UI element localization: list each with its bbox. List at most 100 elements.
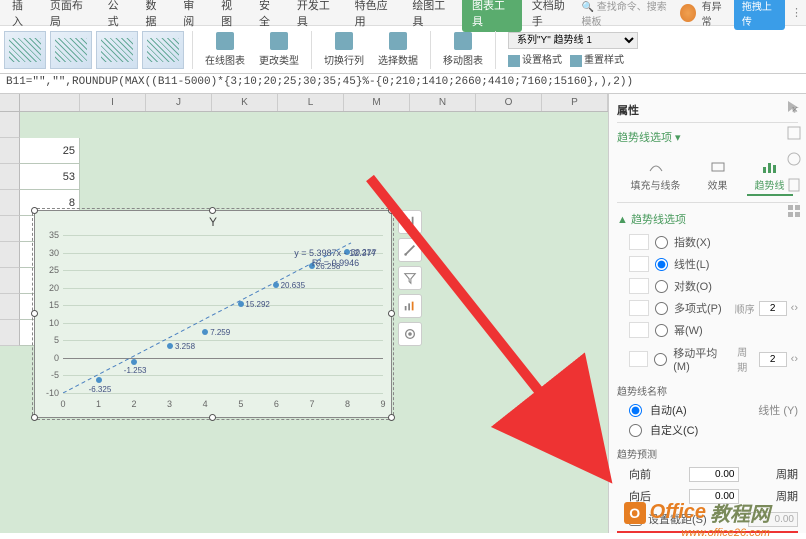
movingavg-period-spinner[interactable] — [759, 352, 787, 367]
resize-handle[interactable] — [31, 414, 38, 421]
trendline-name-label: 趋势线名称 — [617, 377, 798, 400]
reset-style-button[interactable]: 重置样式 — [570, 51, 624, 66]
tab-effect[interactable]: 效果 — [700, 157, 736, 196]
col-o[interactable]: O — [476, 94, 542, 111]
move-chart-icon — [454, 32, 472, 50]
linear-radio[interactable] — [655, 258, 668, 271]
resize-handle[interactable] — [209, 414, 216, 421]
watermark-url: www.office26.com — [681, 527, 770, 539]
menu-texthelper[interactable]: 文档助手 — [524, 0, 580, 33]
set-format-button[interactable]: 设置格式 — [508, 51, 562, 66]
exponential-radio[interactable] — [655, 236, 668, 249]
menu-data[interactable]: 数据 — [137, 0, 173, 33]
section-trend-options: ▲ 趋势线选项 — [617, 203, 798, 231]
col-h[interactable] — [20, 94, 80, 111]
menu-special[interactable]: 特色应用 — [347, 0, 403, 33]
menu-drawing[interactable]: 绘图工具 — [404, 0, 460, 33]
name-custom-radio[interactable] — [629, 424, 642, 437]
select-tool-icon[interactable] — [785, 98, 803, 116]
chart-title[interactable]: Y — [35, 211, 391, 233]
formula-bar[interactable]: B11="","",ROUNDUP(MAX((B11-5000)*{3;10;2… — [0, 74, 806, 94]
menu-pagelayout[interactable]: 页面布局 — [42, 0, 98, 33]
col-p[interactable]: P — [542, 94, 608, 111]
logarithmic-radio[interactable] — [655, 280, 668, 293]
select-data-button[interactable]: 选择数据 — [372, 30, 424, 69]
chart-filter-button[interactable] — [398, 266, 422, 290]
col-n[interactable]: N — [410, 94, 476, 111]
row-header[interactable] — [0, 216, 20, 242]
chart-thumb-3[interactable] — [96, 31, 138, 69]
col-j[interactable]: J — [146, 94, 212, 111]
row-header[interactable] — [0, 138, 20, 164]
online-chart-icon — [216, 32, 234, 50]
resize-handle[interactable] — [209, 207, 216, 214]
chart-link-button[interactable] — [398, 294, 422, 318]
online-chart-button[interactable]: 在线图表 — [199, 30, 251, 69]
polynomial-radio[interactable] — [655, 302, 668, 315]
menu-more-icon[interactable]: ⋮ — [791, 6, 802, 19]
resize-handle[interactable] — [388, 207, 395, 214]
chart-elements-button[interactable] — [398, 210, 422, 234]
switch-rowcol-button[interactable]: 切换行列 — [318, 30, 370, 69]
row-header[interactable] — [0, 164, 20, 190]
change-type-icon — [270, 32, 288, 50]
col-i[interactable]: I — [80, 94, 146, 111]
resize-handle[interactable] — [388, 414, 395, 421]
movingavg-icon — [629, 351, 648, 367]
col-l[interactable]: L — [278, 94, 344, 111]
chart-thumb-1[interactable] — [4, 31, 46, 69]
move-chart-button[interactable]: 移动图表 — [437, 30, 489, 69]
menu-formula[interactable]: 公式 — [100, 0, 136, 33]
chart-thumb-4[interactable] — [142, 31, 184, 69]
power-radio[interactable] — [655, 324, 668, 337]
menu-insert[interactable]: 插入 — [4, 0, 40, 33]
properties-panel: 属性 × 趋势线选项 ▾ 填充与线条 效果 趋势线 ▲ 趋势线选项 指数(X) … — [608, 94, 806, 533]
trendline-equation[interactable]: y = 5.3987x - 12.377 R² = 0.9946 — [294, 248, 376, 268]
trendline-options-dropdown[interactable]: 趋势线选项 ▾ — [617, 123, 798, 151]
chart-thumb-2[interactable] — [50, 31, 92, 69]
series-select[interactable]: 系列"Y" 趋势线 1 — [508, 32, 638, 49]
exponential-icon — [629, 234, 649, 250]
upload-button[interactable]: 拖拽上传 — [734, 0, 785, 30]
row-header[interactable] — [0, 242, 20, 268]
resize-handle[interactable] — [388, 310, 395, 317]
chart-object[interactable]: Y 35 30 25 20 15 10 5 0 -5 -10 0 1 2 3 4… — [34, 210, 392, 418]
select-data-icon — [389, 32, 407, 50]
linear-icon — [629, 256, 649, 272]
polynomial-icon — [629, 300, 649, 316]
properties-icon[interactable] — [785, 150, 803, 168]
row-header[interactable] — [0, 268, 20, 294]
menu-review[interactable]: 审阅 — [175, 0, 211, 33]
tab-fill[interactable]: 填充与线条 — [623, 157, 689, 196]
menu-security[interactable]: 安全 — [251, 0, 287, 33]
menu-devtools[interactable]: 开发工具 — [289, 0, 345, 33]
row-header[interactable] — [0, 294, 20, 320]
polynomial-order-spinner[interactable] — [759, 301, 787, 316]
col-m[interactable]: M — [344, 94, 410, 111]
row-header[interactable] — [0, 320, 20, 346]
forward-input[interactable] — [689, 467, 739, 482]
name-auto-radio[interactable] — [629, 404, 642, 417]
resize-handle[interactable] — [31, 207, 38, 214]
user-avatar[interactable] — [680, 4, 696, 22]
data-cell[interactable]: 25 — [20, 138, 80, 164]
search-input[interactable]: 🔍 查找命令、搜索模板 — [582, 0, 674, 28]
chart-settings-button[interactable] — [398, 322, 422, 346]
col-k[interactable]: K — [212, 94, 278, 111]
selection-pane-icon[interactable] — [785, 124, 803, 142]
row-header[interactable] — [0, 190, 20, 216]
chart-styles-button[interactable] — [398, 238, 422, 262]
data-cell[interactable]: 53 — [20, 164, 80, 190]
resize-handle[interactable] — [31, 310, 38, 317]
movingavg-radio[interactable] — [654, 353, 667, 366]
plot-area[interactable]: 35 30 25 20 15 10 5 0 -5 -10 0 1 2 3 4 5… — [63, 235, 383, 393]
panel-title: 属性 — [617, 102, 639, 118]
forecast-label: 趋势预测 — [617, 440, 798, 463]
components-icon[interactable] — [785, 202, 803, 220]
menu-view[interactable]: 视图 — [213, 0, 249, 33]
menu-charttools[interactable]: 图表工具 — [462, 0, 522, 32]
sheet-area[interactable]: I J K L M N O P 25 53 8 89 92 32 58 14 — [0, 94, 608, 533]
change-type-button[interactable]: 更改类型 — [253, 30, 305, 69]
row-header[interactable] — [0, 112, 20, 138]
clipboard-icon[interactable] — [785, 176, 803, 194]
